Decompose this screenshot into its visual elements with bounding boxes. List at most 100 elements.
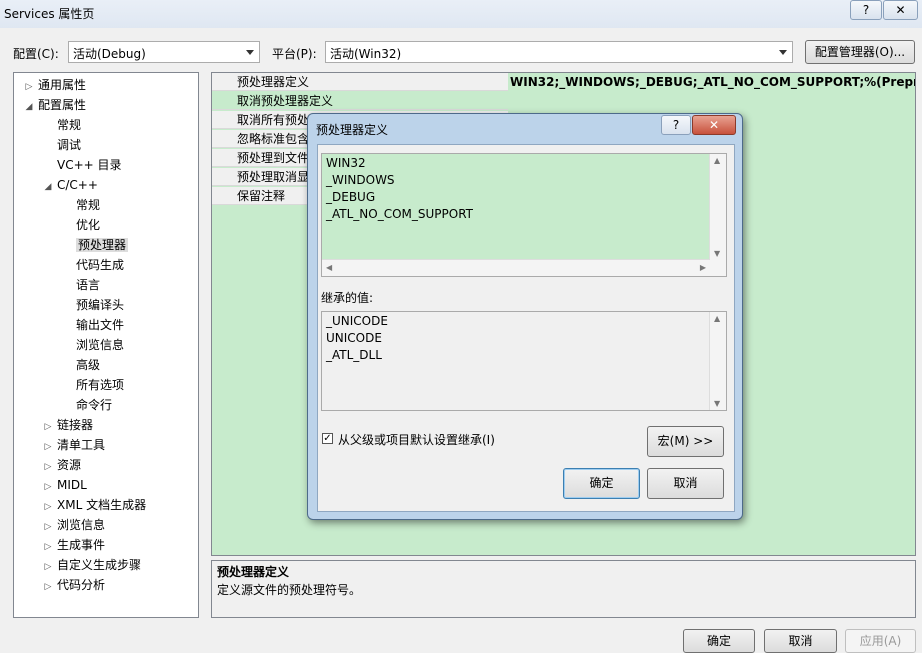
expander-icon[interactable]: ▷ [43,517,53,537]
tree-item[interactable]: VC++ 目录 [43,155,122,175]
help-button[interactable]: ? [850,0,882,20]
ok-button[interactable]: 确定 [683,629,755,653]
tree-item-label: XML 文档生成器 [57,498,147,512]
tree-item-label: 常规 [76,198,101,212]
tree-item-label: 代码生成 [76,258,125,272]
tree-item[interactable]: ▷ 自定义生成步骤 [43,555,141,575]
expander-icon[interactable]: ▷ [43,417,53,437]
preprocessor-dialog: 预处理器定义 ? ✕ WIN32 _WINDOWS _DEBUG _ATL_NO_CO… [307,113,743,520]
property-tree[interactable]: ▷ 通用属性 ◢ 配置属性 常规 调试 VC++ 目录 ◢ C/C++ 常规 优化 预处理器 代码生成语… [13,72,199,618]
tree-item-label: 链接器 [57,418,94,432]
grid-row-name: 预处理器定义 [237,75,310,89]
tree-item[interactable]: ▷ 清单工具 [43,435,105,455]
tree-item[interactable]: 代码生成 [62,255,124,275]
expander-icon[interactable]: ▷ [43,557,53,577]
dialog-title: 预处理器定义 [316,123,389,137]
grid-row-name: 预处理到文件 [237,151,310,165]
expander-icon[interactable]: ◢ [43,177,53,197]
grid-row[interactable]: 预处理器定义 WIN32;_WINDOWS;_DEBUG;_ATL_NO_COM_… [212,73,915,91]
description-title: 预处理器定义 [217,565,290,579]
tree-item[interactable]: 高级 [62,355,100,375]
tree-item[interactable]: ▷ 资源 [43,455,81,475]
tree-item[interactable]: 优化 [62,215,100,235]
close-button[interactable]: ✕ [883,0,918,20]
checkmark-icon: ✓ [323,433,332,444]
expander-icon[interactable]: ▷ [24,77,34,97]
tree-item-label: 浏览信息 [76,338,125,352]
tree-item-label: 高级 [76,358,101,372]
expander-icon[interactable]: ▷ [43,437,53,457]
tree-item[interactable]: 调试 [43,135,81,155]
tree-item[interactable]: ◢ 配置属性 [24,95,86,115]
apply-button[interactable]: 应用(A) [845,629,916,653]
expander-icon[interactable]: ▷ [43,537,53,557]
platform-combo[interactable]: 活动(Win32) [325,41,793,63]
platform-label: 平台(P): [272,47,317,61]
definitions-textbox[interactable]: WIN32 _WINDOWS _DEBUG _ATL_NO_COM_SUPPORT ▲… [321,153,727,277]
tree-item[interactable]: 常规 [62,195,100,215]
tree-item[interactable]: 所有选项 [62,375,124,395]
inherit-checkbox[interactable]: ✓ [322,433,333,444]
horizontal-scrollbar[interactable]: ◀ ▶ [322,259,710,276]
dialog-cancel-button[interactable]: 取消 [647,468,724,499]
expander-icon[interactable]: ▷ [43,477,53,497]
tree-item[interactable]: ▷ 代码分析 [43,575,105,595]
tree-item[interactable]: ◢ C/C++ [43,175,98,195]
dialog-ok-button[interactable]: 确定 [563,468,640,499]
expander-icon[interactable]: ▷ [43,577,53,597]
config-manager-button[interactable]: 配置管理器(O)... [805,40,915,64]
tree-item[interactable]: 常规 [43,115,81,135]
macro-button[interactable]: 宏(M) >> [647,426,724,457]
tree-item[interactable]: 命令行 [62,395,112,415]
config-value: 活动(Debug) [73,47,146,61]
tree-item-label: 通用属性 [38,78,87,92]
dialog-close-button[interactable]: ✕ [692,115,736,135]
tree-item-label: VC++ 目录 [57,158,122,172]
expander-icon[interactable]: ◢ [24,97,34,117]
expander-icon[interactable]: ▷ [43,497,53,517]
platform-value: 活动(Win32) [330,47,402,61]
tree-item[interactable]: ▷ 通用属性 [24,75,86,95]
tree-item-label: 预编译头 [76,298,125,312]
tree-item[interactable]: ▷ XML 文档生成器 [43,495,147,517]
text-line: _ATL_DLL [326,348,382,362]
inherited-label: 继承的值: [321,291,374,305]
description-pane: 预处理器定义 定义源文件的预处理符号。 [211,560,916,618]
tree-item-label: 资源 [57,458,82,472]
grid-row-name: 取消所有预处 [237,113,310,127]
tree-item-label: 调试 [57,138,82,152]
grid-row-name: 保留注释 [237,189,286,203]
cancel-button[interactable]: 取消 [764,629,837,653]
tree-item[interactable]: ▷ 浏览信息 [43,515,105,535]
vertical-scrollbar[interactable]: ▲ ▼ [709,154,726,276]
grid-row[interactable]: 取消预处理器定义 [212,92,915,110]
description-text: 定义源文件的预处理符号。 [217,583,362,597]
tree-item-label: 输出文件 [76,318,125,332]
chevron-down-icon [246,50,254,55]
dialog-help-button[interactable]: ? [661,115,691,135]
tree-item-label: 清单工具 [57,438,106,452]
text-line: _ATL_NO_COM_SUPPORT [326,207,474,221]
grid-row-value[interactable]: WIN32;_WINDOWS;_DEBUG;_ATL_NO_COM_SUPPOR… [510,73,915,91]
tree-item[interactable]: ▷ MIDL [43,475,87,495]
tree-item-label: 命令行 [76,398,113,412]
inherit-checkbox-label[interactable]: 从父级或项目默认设置继承(I) [338,431,495,448]
expander-icon[interactable]: ▷ [43,457,53,477]
config-combo[interactable]: 活动(Debug) [68,41,260,63]
tree-item[interactable]: 预编译头 [62,295,124,315]
tree-item-label: 生成事件 [57,538,106,552]
window-title: Services 属性页 [4,7,95,21]
tree-item[interactable]: 预处理器 [62,235,129,255]
tree-item-label: 语言 [76,278,101,292]
tree-item[interactable]: ▷ 生成事件 [43,535,105,555]
text-line: UNICODE [326,331,382,345]
tree-item[interactable]: 输出文件 [62,315,124,335]
tree-item[interactable]: 语言 [62,275,100,295]
tree-item-label: 预处理器 [76,238,129,252]
grid-row-name: 预处理取消显 [237,170,310,184]
dialog-body: WIN32 _WINDOWS _DEBUG _ATL_NO_COM_SUPPORT ▲… [317,144,735,512]
text-line: _UNICODE [326,314,388,328]
vertical-scrollbar[interactable]: ▲ ▼ [709,312,726,410]
tree-item[interactable]: 浏览信息 [62,335,124,355]
tree-item[interactable]: ▷ 链接器 [43,415,93,435]
